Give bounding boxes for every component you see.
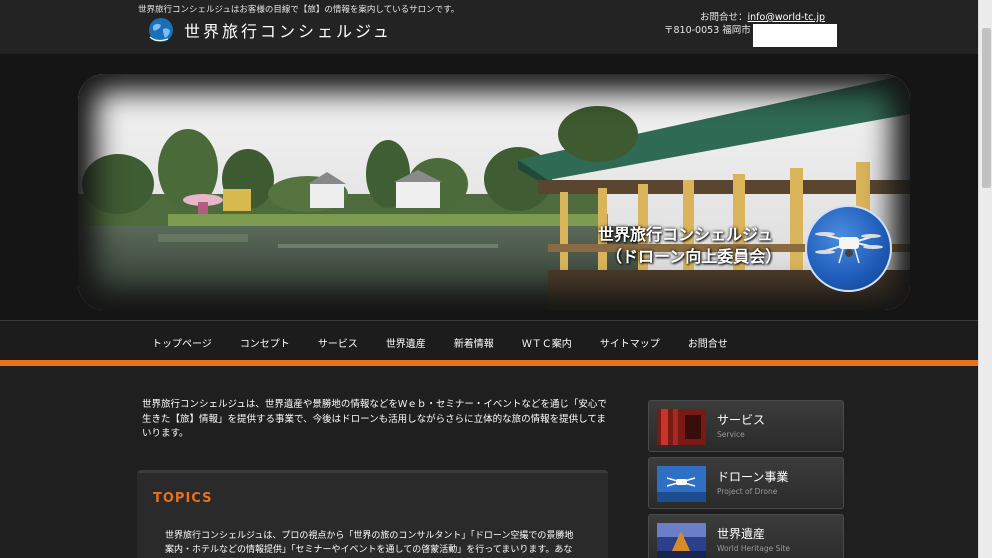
nav-item-sitemap[interactable]: サイトマップ	[600, 335, 660, 350]
site-header: 世界旅行コンシェルジュはお客様の目線で【旅】の情報を案内しているサロンです。 世…	[0, 0, 978, 54]
header-tagline: 世界旅行コンシェルジュはお客様の目線で【旅】の情報を案内しているサロンです。	[138, 5, 460, 15]
card-title: サービス	[717, 413, 766, 427]
nav-item-service[interactable]: サービス	[318, 335, 358, 350]
heritage-thumbnail	[657, 523, 706, 558]
card-subtitle: Service	[717, 430, 745, 439]
card-title: 世界遺産	[717, 527, 766, 541]
sidebar-card-drone[interactable]: ドローン事業 Project of Drone	[648, 457, 844, 509]
hero-image	[78, 74, 910, 310]
nav-item-news[interactable]: 新着情報	[454, 335, 494, 350]
nav-item-contact[interactable]: お問合せ	[688, 335, 728, 350]
drone-thumbnail	[657, 466, 706, 502]
card-subtitle: Project of Drone	[717, 487, 778, 496]
contact-email-link[interactable]: info@world-tc.jp	[748, 12, 826, 23]
card-subtitle: World Heritage Site	[717, 544, 790, 553]
card-title: ドローン事業	[717, 470, 789, 484]
sidebar-card-world-heritage[interactable]: 世界遺産 World Heritage Site	[648, 514, 844, 558]
site-logo[interactable]: 世界旅行コンシェルジュ	[148, 17, 392, 43]
service-thumbnail	[657, 409, 706, 445]
topics-title: TOPICS	[153, 491, 213, 506]
topics-section: TOPICS 世界旅行コンシェルジュは、プロの視点から「世界の旅のコンサルタント…	[137, 470, 608, 558]
logo-text: 世界旅行コンシェルジュ	[184, 22, 392, 41]
page-scrollbar[interactable]	[978, 0, 992, 558]
globe-icon	[149, 18, 173, 42]
nav-item-world-heritage[interactable]: 世界遺産	[386, 335, 426, 350]
main-nav: トップページ コンセプト サービス 世界遺産 新着情報 ＷＴＣ案内 サイトマップ…	[0, 320, 978, 360]
intro-text: 世界旅行コンシェルジュは、世界遺産や景勝地の情報などをＷｅｂ・セミナー・イベント…	[142, 399, 607, 439]
hero-caption-line1: 世界旅行コンシェルジュ	[598, 225, 773, 244]
drone-badge	[805, 205, 892, 292]
nav-item-wtc-guide[interactable]: ＷＴＣ案内	[522, 335, 572, 350]
hero-caption-line2: （ドローン向上委員会）	[606, 247, 782, 266]
nav-item-concept[interactable]: コンセプト	[240, 335, 290, 350]
hero-banner: 世界旅行コンシェルジュ （ドローン向上委員会）	[0, 54, 978, 320]
nav-item-top[interactable]: トップページ	[152, 335, 212, 350]
hero-caption: 世界旅行コンシェルジュ （ドローン向上委員会）	[598, 224, 781, 268]
drone-icon	[815, 232, 883, 264]
topics-text: 世界旅行コンシェルジュは、プロの視点から「世界の旅のコンサルタント」「ドローン空…	[165, 531, 574, 555]
main-content: 世界旅行コンシェルジュは、世界遺産や景勝地の情報などをＷｅｂ・セミナー・イベント…	[0, 366, 978, 558]
scrollbar-thumb[interactable]	[982, 28, 991, 188]
sidebar-card-service[interactable]: サービス Service	[648, 400, 844, 452]
redaction-box	[753, 24, 837, 47]
